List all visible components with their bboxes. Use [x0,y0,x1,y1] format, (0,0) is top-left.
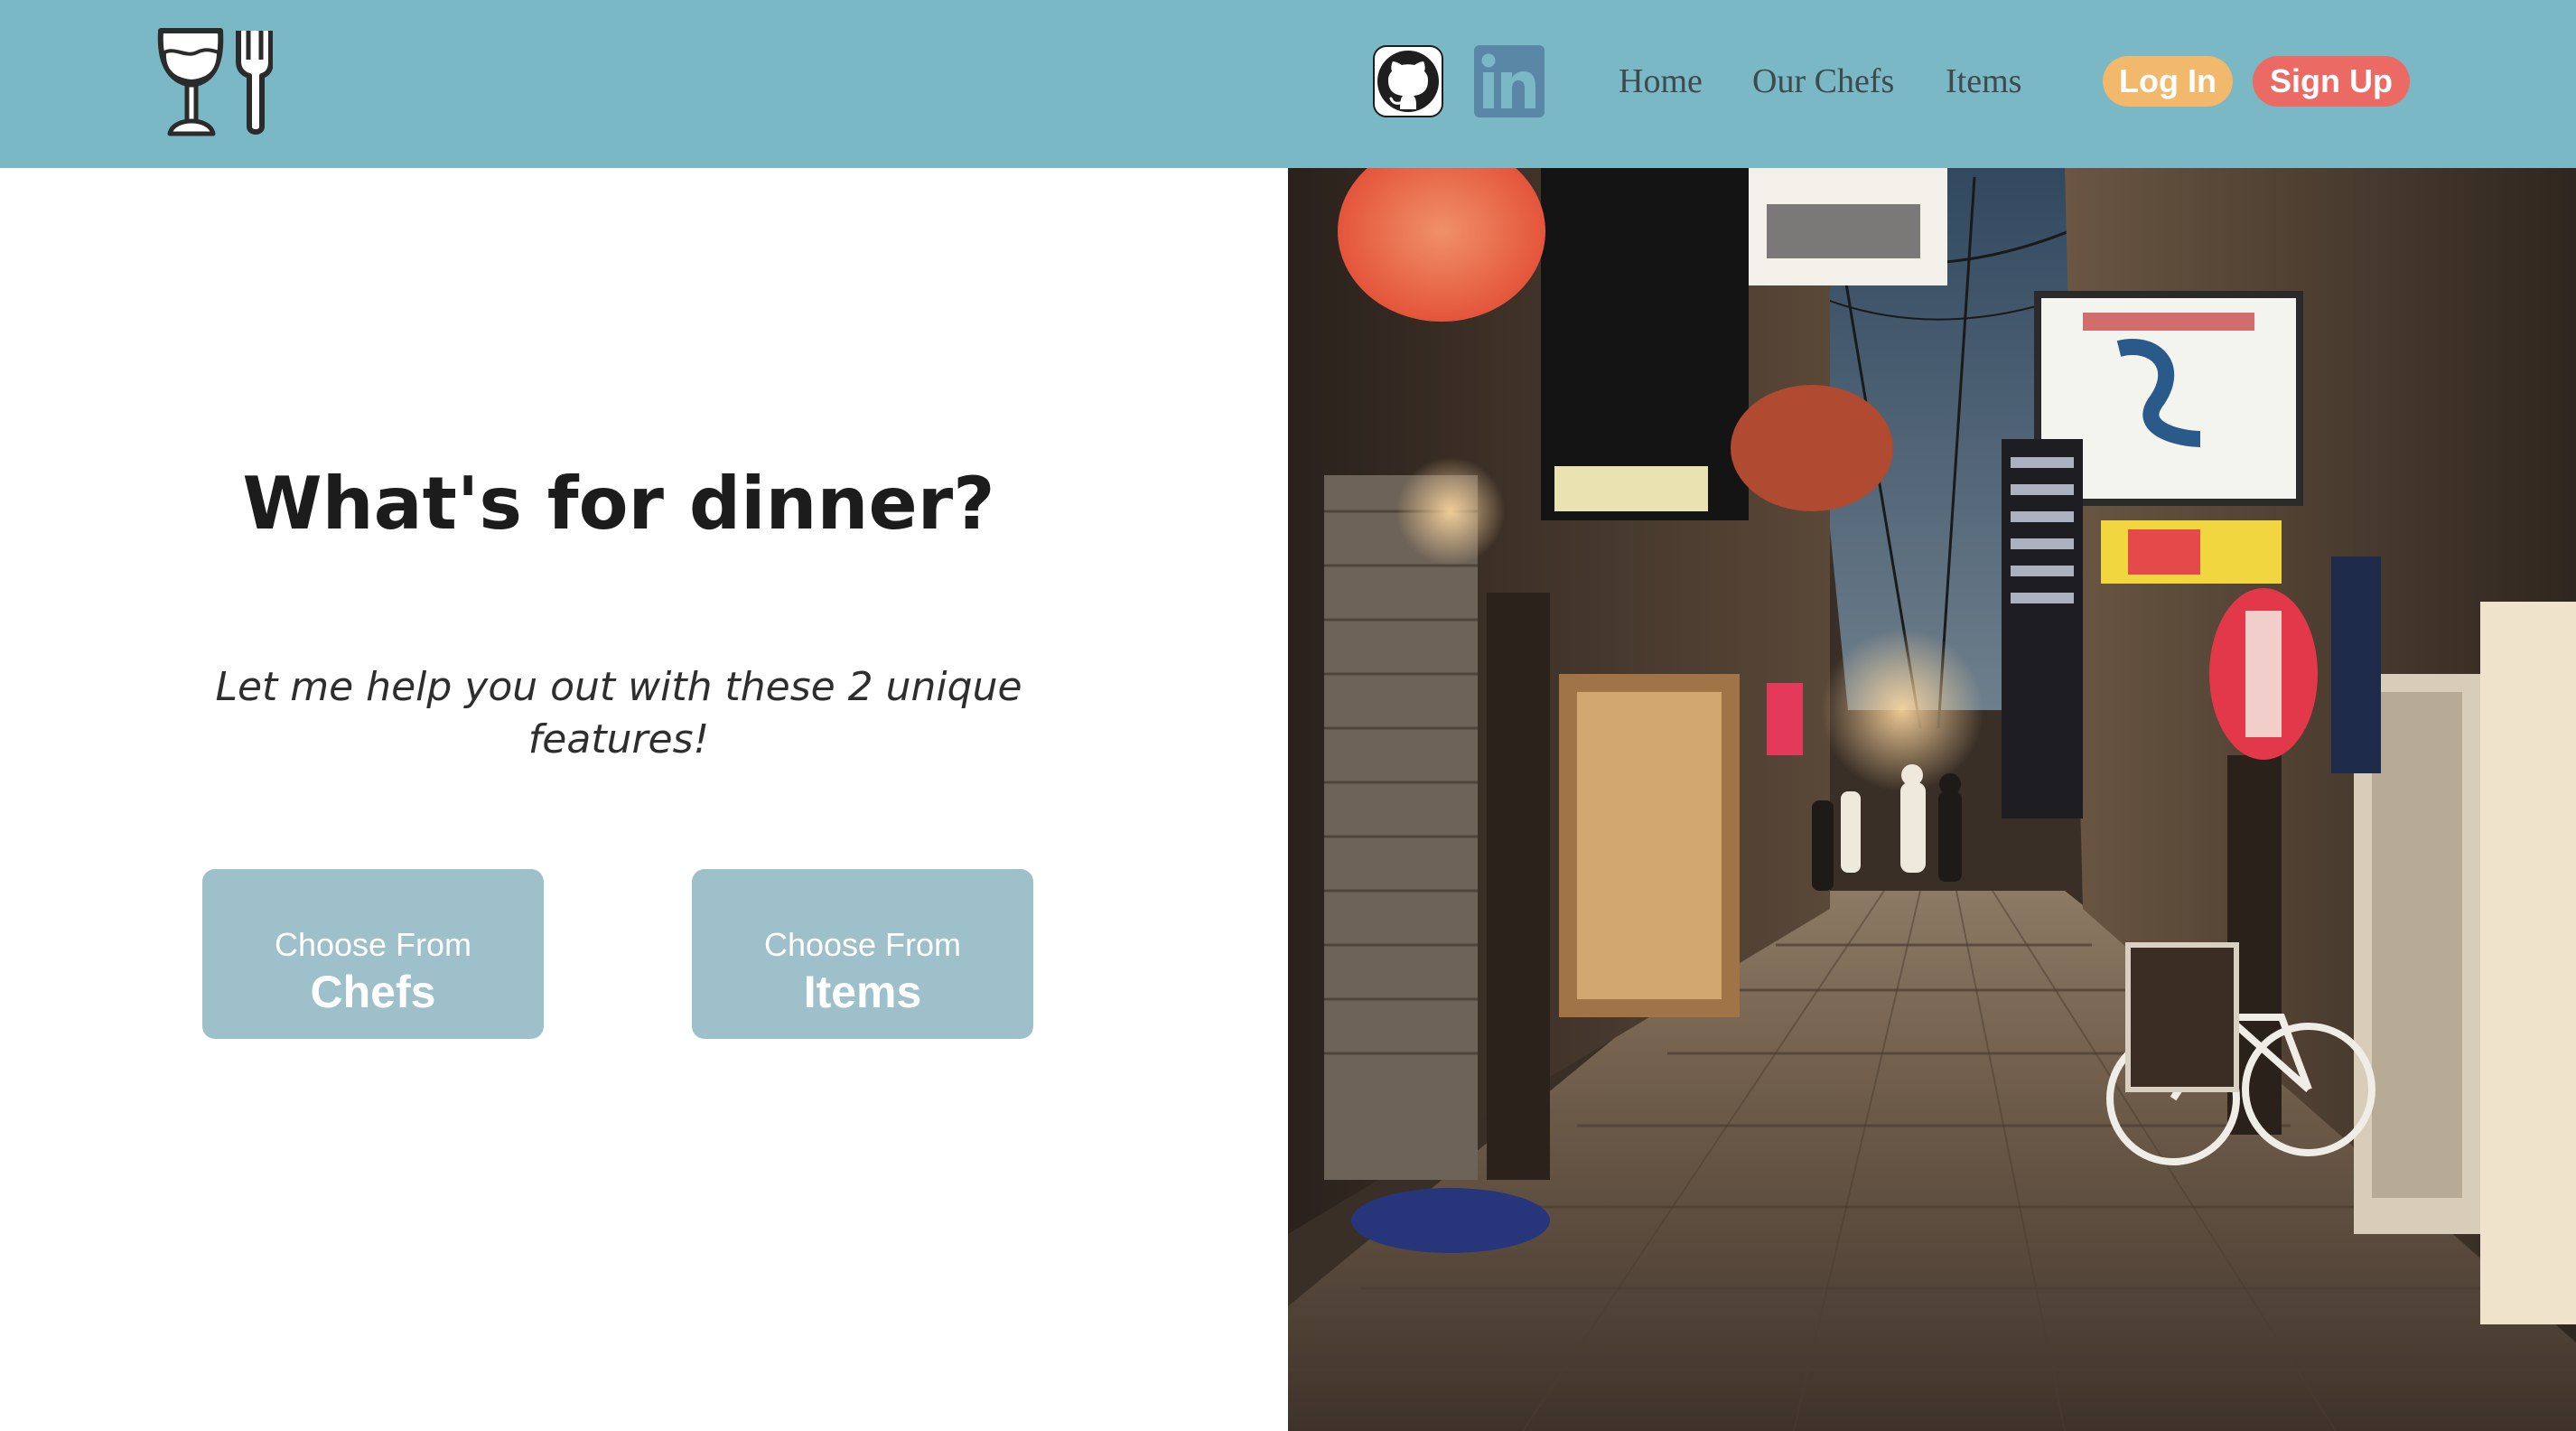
choose-from-items-button[interactable]: Choose From Items [692,869,1033,1039]
page-title: What's for dinner? [242,462,995,546]
github-icon [1373,45,1443,117]
night-alley-photo [1288,168,2576,1431]
nav-home[interactable]: Home [1619,58,1703,105]
nav-our-chefs[interactable]: Our Chefs [1752,58,1894,105]
linkedin-link[interactable] [1474,45,1545,117]
login-button[interactable]: Log In [2103,56,2233,107]
wine-glass-and-fork-icon [157,28,273,136]
signup-button[interactable]: Sign Up [2253,56,2410,107]
choose-from-chefs-button[interactable]: Choose From Chefs [202,869,544,1039]
chefs-label: Chefs [310,967,436,1017]
page-subtitle: Let me help you out with these 2 unique … [215,664,1022,762]
linkedin-icon [1474,45,1545,117]
github-link[interactable] [1373,45,1443,117]
choose-from-label: Choose From [763,926,962,963]
nav-items[interactable]: Items [1946,58,2021,105]
navbar: Home Our Chefs Items Log In Sign Up [0,0,2576,168]
items-label: Items [803,967,922,1017]
choose-from-label: Choose From [274,926,472,963]
